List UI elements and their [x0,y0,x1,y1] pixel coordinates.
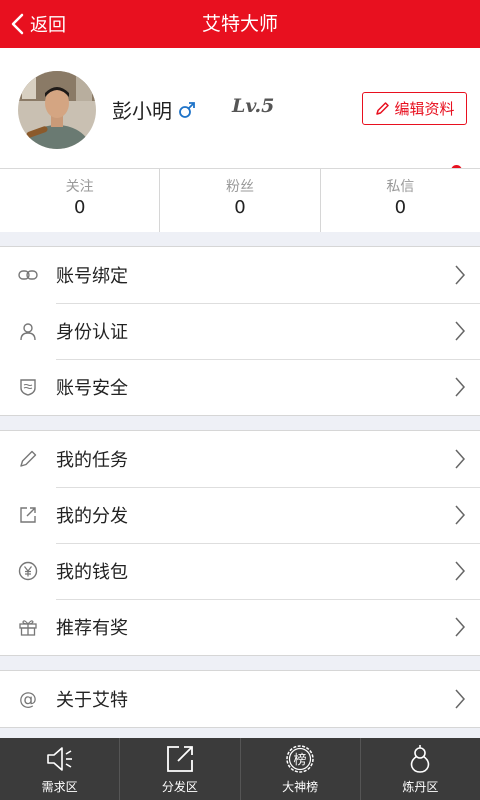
tab-label: 大神榜 [282,780,319,794]
menu-item-label: 我的分发 [56,506,128,527]
chevron-right-icon [455,505,466,525]
tab-label: 分发区 [161,780,198,794]
user-icon [20,323,36,341]
male-gender-icon [179,102,195,118]
menu-item-account-binding[interactable]: 账号绑定 [0,247,480,303]
menu-item-label: 账号安全 [56,378,128,399]
menu-item-label: 身份认证 [56,322,128,343]
chevron-right-icon [455,377,466,397]
stat-count: 0 [73,197,86,218]
avatar[interactable] [18,71,96,149]
share-icon [20,507,36,523]
stat-count: 0 [234,197,246,218]
menu-item-my-distribution[interactable]: 我的分发 [0,487,480,543]
menu-item-label: 我的钱包 [56,562,128,583]
tab-demand[interactable]: 需求区 [0,738,119,800]
stat-messages[interactable]: 私信 0 [319,169,480,232]
ranking-badge-text: 榜 [294,752,307,768]
menu-group-activity: 我的任务 我的分发 我的钱包 推荐有奖 [0,430,480,656]
bottom-tab-bar: 需求区 分发区 榜 大神榜 炼丹区 [0,738,480,800]
chevron-right-icon [455,265,466,285]
menu-item-label: 账号绑定 [56,266,128,287]
stat-label: 粉丝 [225,179,254,195]
user-level: Lv.5 [232,95,275,117]
menu-item-my-tasks[interactable]: 我的任务 [0,431,480,487]
tab-distribution[interactable]: 分发区 [119,738,239,800]
menu-item-my-wallet[interactable]: 我的钱包 [0,543,480,599]
stat-count: 0 [394,197,407,218]
menu-group-account: 账号绑定 身份认证 账号安全 [0,246,480,416]
profile-card: 彭小明 Lv.5 编辑资料 [0,48,480,168]
stats-bar: 关注 0 粉丝 0 私信 0 [0,168,480,232]
link-icon [18,270,38,280]
tab-alchemy[interactable]: 炼丹区 [359,738,480,800]
back-button[interactable]: 返回 [10,0,66,48]
edit-profile-label: 编辑资料 [394,100,455,118]
gift-icon [19,620,37,636]
menu-group-about: @ 关于艾特 [0,670,480,728]
gourd-icon [411,745,430,773]
menu-item-label: 我的任务 [56,450,128,471]
chevron-right-icon [455,561,466,581]
back-label: 返回 [30,15,66,36]
avatar-image [18,71,96,149]
shield-icon [20,379,36,396]
stat-followers[interactable]: 粉丝 0 [159,169,319,232]
edit-profile-button[interactable]: 编辑资料 [362,92,467,125]
chevron-right-icon [455,617,466,637]
chevron-right-icon [455,449,466,469]
ranking-badge-icon: 榜 [286,745,314,773]
yuan-icon [18,561,38,581]
tab-label: 需求区 [41,780,78,794]
pencil-icon [376,101,390,115]
title-bar: 返回 艾特大师 [0,0,480,48]
menu-item-label: 推荐有奖 [56,618,128,639]
chevron-right-icon [455,689,466,709]
menu-item-label: 关于艾特 [56,690,128,711]
menu-item-identity-verification[interactable]: 身份认证 [0,303,480,359]
chevron-right-icon [455,321,466,341]
share-icon [166,746,193,772]
menu-item-referral-rewards[interactable]: 推荐有奖 [0,599,480,655]
at-icon: @ [19,688,37,710]
tab-label: 炼丹区 [402,780,439,794]
menu-item-about[interactable]: @ 关于艾特 [0,671,480,727]
chevron-left-icon [11,13,24,35]
tab-ranking[interactable]: 榜 大神榜 [239,738,360,800]
megaphone-icon [46,747,72,771]
menu-item-account-security[interactable]: 账号安全 [0,359,480,415]
username: 彭小明 [112,99,172,123]
stat-label: 私信 [386,179,415,195]
stat-label: 关注 [65,179,94,195]
page-title: 艾特大师 [201,13,278,35]
pencil-icon [20,450,37,467]
stat-following[interactable]: 关注 0 [0,169,159,232]
